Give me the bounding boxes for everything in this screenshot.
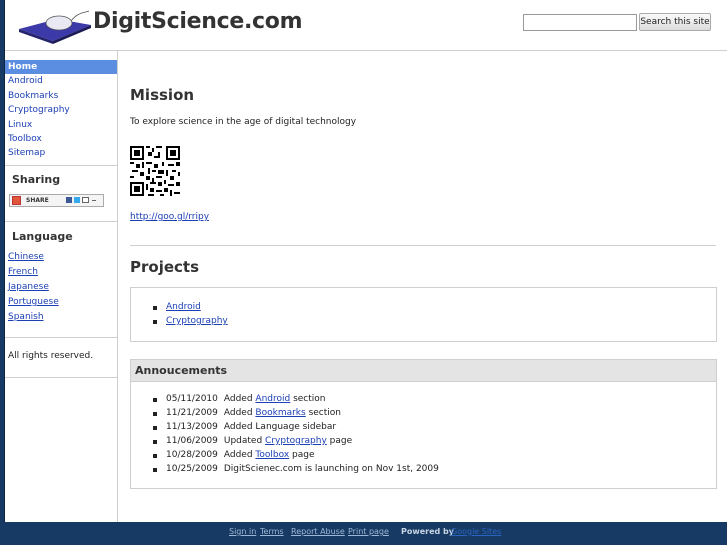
- mouse-pad-logo-icon[interactable]: [17, 7, 93, 45]
- sign-in-link[interactable]: Sign in: [229, 527, 256, 536]
- announcement-text: DigitScienec.com is launching on Nov 1st…: [223, 464, 439, 474]
- sidebar: Home Android Bookmarks Cryptography Linu…: [5, 51, 118, 522]
- bullet: [153, 320, 157, 324]
- announcement-link-android[interactable]: Android: [255, 394, 290, 404]
- sidebar-item-home[interactable]: Home: [5, 60, 117, 75]
- announcement-item: 11/06/2009 Updated Cryptography page: [166, 436, 352, 446]
- share-label: SHARE: [26, 197, 49, 204]
- announcement-text: Added: [223, 408, 256, 418]
- page: DigitScience.com Search this site Home A…: [4, 0, 727, 522]
- site-title[interactable]: DigitScience.com: [93, 9, 303, 34]
- announcement-text: Added: [223, 394, 256, 404]
- terms-link[interactable]: Terms: [260, 527, 284, 536]
- sharing-heading: Sharing: [12, 173, 61, 186]
- email-icon: [82, 197, 89, 203]
- footer: Sign in Terms Report Abuse Print page Po…: [0, 522, 727, 545]
- bullet: [153, 398, 157, 402]
- language-link-chinese[interactable]: Chinese: [8, 252, 44, 262]
- sidebar-item-bookmarks[interactable]: Bookmarks: [5, 89, 117, 103]
- sidebar-item-sitemap[interactable]: Sitemap: [5, 146, 117, 160]
- more-icon: [92, 200, 96, 201]
- rights-text: All rights reserved.: [8, 351, 94, 361]
- language-link-japanese[interactable]: Japanese: [8, 282, 49, 292]
- announcement-date: 11/21/2009: [166, 408, 218, 418]
- announcement-text: Updated: [223, 436, 266, 446]
- divider: [5, 165, 117, 166]
- sidebar-item-linux[interactable]: Linux: [5, 118, 117, 132]
- powered-by-text: Powered by: [401, 527, 454, 536]
- announcements-box: Annoucements 05/11/2010 Added Android se…: [130, 359, 717, 489]
- announcement-item: 10/28/2009 Added Toolbox page: [166, 450, 315, 460]
- share-plus-icon: [12, 196, 21, 205]
- announcement-text: section: [290, 394, 326, 404]
- announcement-item: 10/25/2009 DigitScienec.com is launching…: [166, 464, 439, 474]
- announcement-item: 11/13/2009 Added Language sidebar: [166, 422, 336, 432]
- announcement-date: 10/25/2009: [166, 464, 218, 474]
- report-abuse-link[interactable]: Report Abuse: [291, 527, 345, 536]
- facebook-icon: [66, 197, 72, 203]
- short-link[interactable]: http://goo.gl/rripy: [130, 212, 209, 222]
- announcement-text: section: [305, 408, 341, 418]
- bullet: [153, 440, 157, 444]
- language-link-french[interactable]: French: [8, 267, 38, 277]
- sidebar-item-cryptography[interactable]: Cryptography: [5, 103, 117, 117]
- bullet: [153, 468, 157, 472]
- google-sites-link[interactable]: Google Sites: [451, 527, 501, 536]
- language-link-spanish[interactable]: Spanish: [8, 312, 44, 322]
- sidebar-item-android[interactable]: Android: [5, 74, 117, 88]
- projects-box: Android Cryptography: [130, 287, 717, 342]
- language-heading: Language: [12, 230, 73, 243]
- qr-code-icon: [130, 146, 180, 196]
- sidebar-nav: Home Android Bookmarks Cryptography Linu…: [5, 60, 117, 161]
- search-input[interactable]: [523, 14, 637, 31]
- sidebar-item-toolbox[interactable]: Toolbox: [5, 132, 117, 146]
- announcement-item: 11/21/2009 Added Bookmarks section: [166, 408, 341, 418]
- announcement-text: page: [289, 450, 315, 460]
- bullet: [153, 454, 157, 458]
- announcements-title: Annoucements: [135, 364, 228, 377]
- divider: [130, 245, 716, 246]
- announcement-item: 05/11/2010 Added Android section: [166, 394, 326, 404]
- share-button[interactable]: SHARE: [9, 194, 104, 207]
- mission-text: To explore science in the age of digital…: [130, 117, 357, 127]
- announcement-date: 11/06/2009: [166, 436, 218, 446]
- divider: [5, 377, 117, 378]
- print-page-link[interactable]: Print page: [348, 527, 389, 536]
- announcement-link-bookmarks[interactable]: Bookmarks: [255, 408, 305, 418]
- announcement-text: Added: [223, 450, 256, 460]
- bullet: [153, 306, 157, 310]
- divider: [5, 221, 117, 222]
- announcement-text: page: [326, 436, 353, 446]
- announcements-header: Annoucements: [131, 360, 716, 382]
- mission-heading: Mission: [130, 86, 195, 104]
- divider: [5, 337, 117, 338]
- announcement-date: 05/11/2010: [166, 394, 218, 404]
- project-link-cryptography[interactable]: Cryptography: [166, 316, 228, 326]
- projects-heading: Projects: [130, 258, 200, 276]
- announcement-date: 11/13/2009: [166, 422, 218, 432]
- announcement-link-toolbox[interactable]: Toolbox: [255, 450, 289, 460]
- bullet: [153, 426, 157, 430]
- project-link-android[interactable]: Android: [166, 302, 201, 312]
- announcement-link-cryptography[interactable]: Cryptography: [265, 436, 327, 446]
- language-link-portuguese[interactable]: Portuguese: [8, 297, 59, 307]
- site-header: DigitScience.com Search this site: [5, 0, 727, 51]
- announcement-text: Added Language sidebar: [223, 422, 337, 432]
- bullet: [153, 412, 157, 416]
- announcement-date: 10/28/2009: [166, 450, 218, 460]
- search-button[interactable]: Search this site: [639, 13, 711, 31]
- twitter-icon: [74, 197, 80, 203]
